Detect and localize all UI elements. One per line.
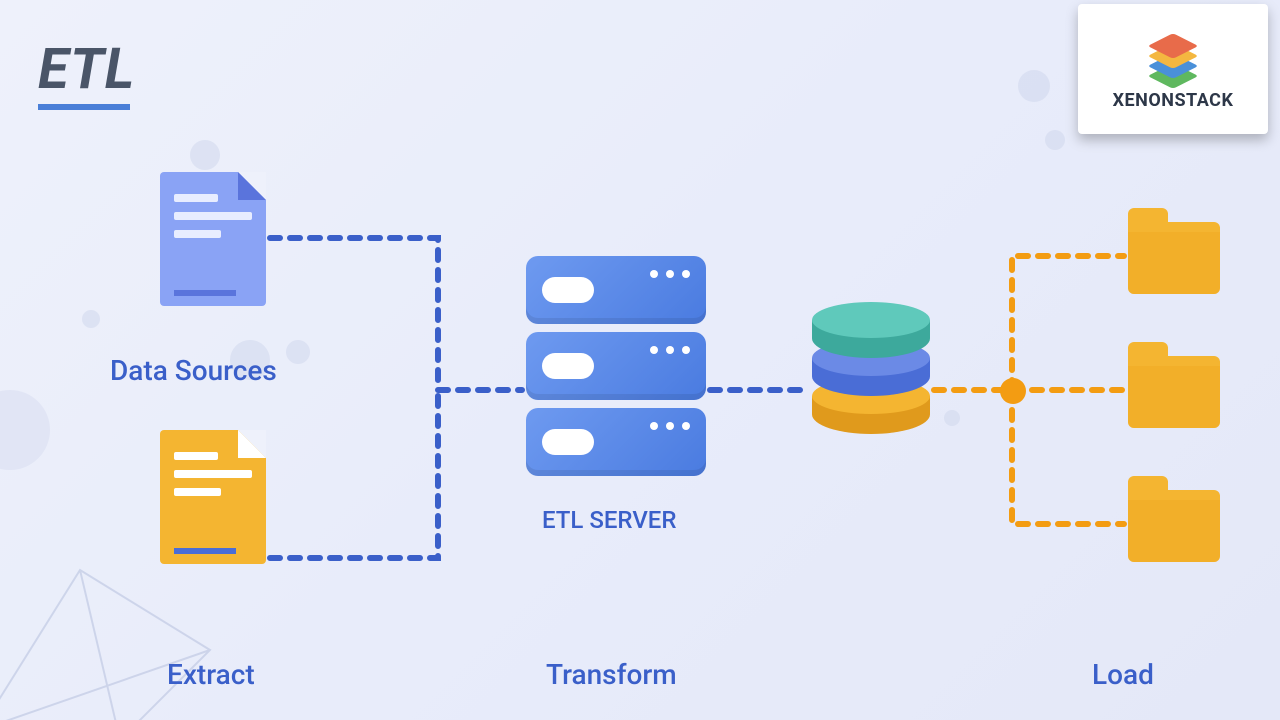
brand-name: XENONSTACK — [1113, 90, 1234, 111]
brand-logo-card: XENONSTACK — [1078, 4, 1268, 134]
decor-dot — [1045, 130, 1065, 150]
source-document-icon — [160, 172, 266, 306]
page-title: ETL — [38, 36, 135, 102]
server-unit — [526, 332, 706, 400]
output-folder-icon — [1128, 222, 1220, 294]
title-underline — [38, 104, 130, 110]
etl-diagram: ETL XENONSTACK — [0, 0, 1280, 720]
decor-dot — [82, 310, 100, 328]
decor-dot — [1018, 70, 1050, 102]
etl-server-icon — [526, 256, 706, 476]
decor-dot — [286, 340, 310, 364]
source-document-icon — [160, 430, 266, 564]
server-unit — [526, 408, 706, 476]
decor-dot — [190, 140, 220, 170]
stack-icon — [1143, 28, 1203, 84]
server-unit — [526, 256, 706, 324]
decor-dot — [0, 390, 50, 470]
database-icon — [812, 302, 930, 430]
phase-load-label: Load — [1092, 658, 1154, 691]
flow-junction-dot — [1000, 378, 1026, 404]
phase-extract-label: Extract — [167, 658, 255, 691]
output-folder-icon — [1128, 490, 1220, 562]
data-sources-label: Data Sources — [110, 354, 277, 387]
phase-transform-label: Transform — [546, 658, 677, 691]
decor-dot — [944, 410, 960, 426]
etl-server-label: ETL SERVER — [542, 506, 676, 534]
output-folder-icon — [1128, 356, 1220, 428]
